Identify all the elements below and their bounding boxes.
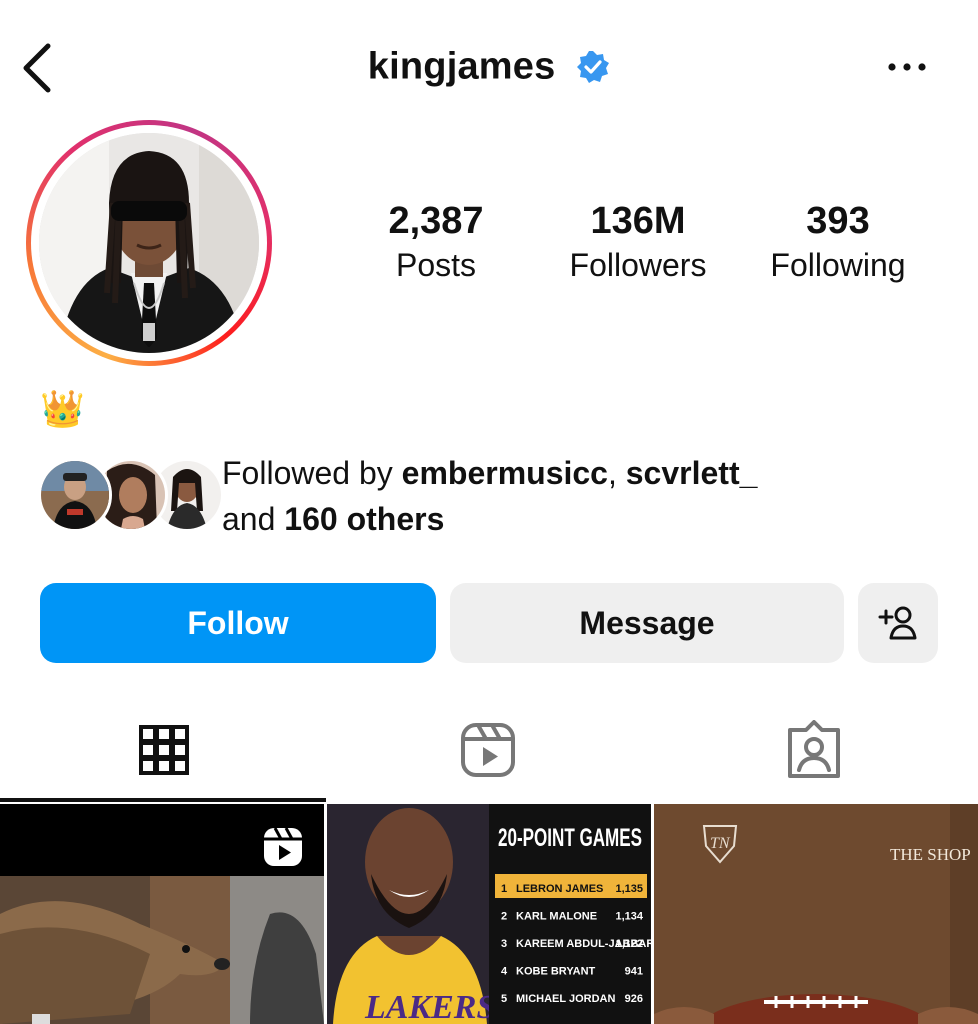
stat-followers[interactable]: 136M Followers bbox=[552, 198, 724, 286]
message-button[interactable]: Message bbox=[450, 583, 844, 663]
leaderboard-value: 926 bbox=[625, 993, 643, 1005]
bio-text: 👑 bbox=[40, 389, 85, 430]
leaderboard-value: 1,134 bbox=[615, 911, 643, 923]
stat-posts-label: Posts bbox=[395, 247, 477, 283]
stat-following-value: 393 bbox=[806, 200, 870, 242]
leaderboard-value: 1,135 bbox=[615, 883, 643, 895]
post-thumbnail-1[interactable] bbox=[0, 804, 324, 1024]
leaderboard-rank: 3 bbox=[501, 938, 507, 950]
followed-by-prefix: Followed by bbox=[222, 455, 402, 491]
grid-icon[interactable] bbox=[134, 720, 194, 780]
reel-indicator-icon bbox=[264, 827, 302, 866]
leaderboard-value: 941 bbox=[625, 966, 643, 978]
mutual-avatar-1 bbox=[38, 458, 112, 532]
leaderboard-rank: 2 bbox=[501, 911, 507, 923]
followed-by-and: and bbox=[222, 501, 285, 537]
active-tab-indicator bbox=[0, 798, 326, 802]
followed-by-user-1[interactable]: embermusicc bbox=[402, 455, 608, 491]
profile-avatar-story-ring[interactable] bbox=[26, 120, 272, 366]
leaderboard-value: 1,122 bbox=[615, 938, 643, 950]
stat-followers-value: 136M bbox=[590, 200, 686, 242]
profile-header: kingjames bbox=[0, 0, 978, 130]
followed-by-others[interactable]: 160 others bbox=[284, 501, 444, 537]
more-horizontal-icon[interactable] bbox=[884, 56, 930, 78]
leaderboard-name: KARL MALONE bbox=[516, 911, 597, 923]
suggested-users-button[interactable] bbox=[858, 583, 938, 663]
stat-following-label: Following bbox=[770, 247, 906, 283]
profile-username: kingjames bbox=[367, 45, 556, 88]
leaderboard-rank: 4 bbox=[501, 966, 508, 978]
stat-followers-label: Followers bbox=[569, 247, 707, 283]
svg-text:TN: TN bbox=[710, 835, 731, 852]
stat-posts-value: 2,387 bbox=[388, 200, 484, 242]
followed-by-text[interactable]: Followed by embermusicc, scvrlett_ and 1… bbox=[222, 450, 757, 542]
tagged-person-icon[interactable] bbox=[784, 720, 844, 780]
leaderboard-name: MICHAEL JORDAN bbox=[516, 993, 615, 1005]
leaderboard-rank: 5 bbox=[501, 993, 507, 1005]
profile-tabs bbox=[0, 700, 978, 802]
followed-by-separator: , bbox=[607, 455, 626, 491]
leaderboard-name: LEBRON JAMES bbox=[516, 883, 603, 895]
stat-posts[interactable]: 2,387 Posts bbox=[366, 198, 506, 286]
mutual-followers-avatars[interactable] bbox=[38, 458, 224, 534]
post-thumbnail-2[interactable]: LAKERS 20-POINT GAMES 1 LEBRON JAMES 1,135… bbox=[327, 804, 651, 1024]
post-thumbnail-3[interactable]: TN THE SHOP bbox=[654, 804, 978, 1024]
leaderboard-name: KOBE BRYANT bbox=[516, 966, 596, 978]
post-2-jersey-text: LAKERS bbox=[364, 989, 495, 1024]
followed-by-user-2[interactable]: scvrlett_ bbox=[626, 455, 758, 491]
follow-button[interactable]: Follow bbox=[40, 583, 436, 663]
verified-badge-icon bbox=[577, 50, 610, 83]
profile-username-row: kingjames bbox=[0, 44, 978, 88]
leaderboard-rank: 1 bbox=[501, 883, 507, 895]
post-3-title: THE SHOP bbox=[890, 845, 971, 864]
add-person-icon bbox=[878, 606, 917, 640]
stat-following[interactable]: 393 Following bbox=[752, 198, 924, 286]
reels-icon[interactable] bbox=[458, 720, 518, 780]
profile-avatar bbox=[39, 133, 259, 353]
posts-grid: LAKERS 20-POINT GAMES 1 LEBRON JAMES 1,135… bbox=[0, 804, 978, 1024]
post-2-title: 20-POINT GAMES bbox=[498, 824, 642, 852]
